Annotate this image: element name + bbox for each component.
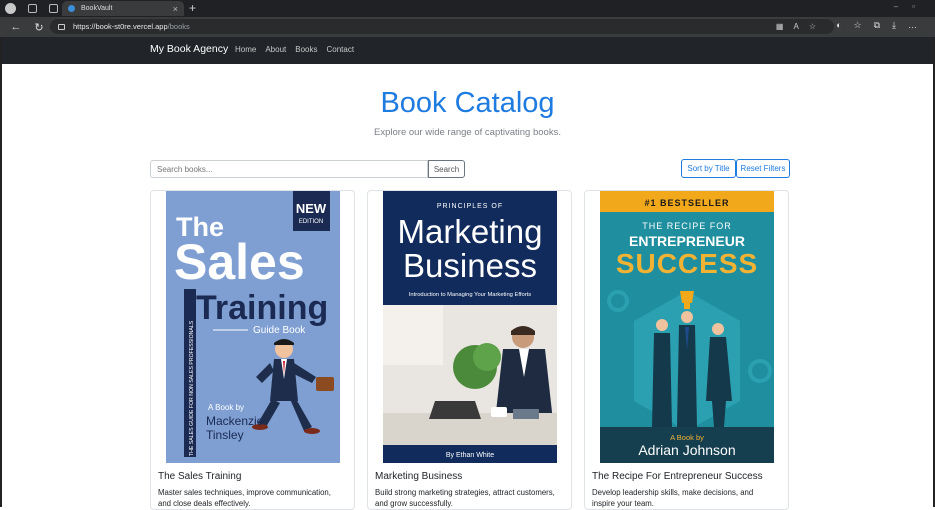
url-path: /books [167, 22, 190, 31]
book-description: Master sales techniques, improve communi… [158, 488, 331, 508]
back-icon[interactable]: ← [9, 21, 23, 33]
cover-author-last: Tinsley [206, 428, 244, 442]
page-title: Book Catalog [380, 87, 555, 119]
cover-ribbon: #1 BESTSELLER [644, 198, 729, 208]
workspaces-icon[interactable] [28, 4, 37, 13]
cover-title-line1: THE RECIPE FOR [642, 221, 732, 231]
book-card[interactable]: PRINCIPLES OF Marketing Business Introdu… [367, 190, 572, 510]
tab-close-icon[interactable]: × [173, 4, 178, 14]
cover-by-line: A Book by [208, 403, 244, 412]
browser-tab-bar: BookVault × + –▫ [0, 0, 935, 17]
browser-toolbar-icons[interactable]: ◐☆⧉⤓… [836, 20, 929, 31]
navbar-links: Home About Books Contact [235, 45, 354, 54]
cover-author: Adrian Johnson [638, 442, 735, 458]
cover-title-line2: Business [403, 247, 537, 284]
reset-filters-button[interactable]: Reset Filters [736, 159, 790, 178]
search-input[interactable] [150, 160, 428, 178]
book-title: The Recipe For Entrepreneur Success [592, 471, 763, 482]
book-card[interactable]: NEW EDITION The Sales Training Guide Boo… [150, 190, 355, 510]
cover-title-line2: ENTREPRENEUR [629, 233, 745, 249]
cover-tagline: Introduction to Managing Your Marketing … [409, 292, 531, 298]
sort-by-title-button[interactable]: Sort by Title [681, 159, 736, 178]
cover-author: By Ethan White [446, 452, 494, 459]
page-subtitle: Explore our wide range of captivating bo… [374, 127, 561, 138]
cover-by-line: A Book by [670, 433, 704, 442]
cover-top-line: PRINCIPLES OF [437, 203, 503, 210]
cover-title-line4: Guide Book [253, 325, 306, 336]
cover-spine-text: THE SALES GUIDE FOR NON SALES PROFESSION… [189, 320, 195, 456]
tab-title: BookVault [81, 5, 113, 12]
browser-tab[interactable]: BookVault × [62, 1, 184, 16]
book-cover-image[interactable]: PRINCIPLES OF Marketing Business Introdu… [383, 191, 557, 463]
search-button[interactable]: Search [428, 160, 465, 178]
tab-actions-icon[interactable] [49, 4, 58, 13]
book-cover-image[interactable]: #1 BESTSELLER THE RECIPE FOR ENTREPRENEU… [600, 191, 774, 463]
cover-title-line1: Marketing [398, 213, 543, 250]
book-card[interactable]: #1 BESTSELLER THE RECIPE FOR ENTREPRENEU… [584, 190, 789, 510]
cover-title-line2: Sales [174, 234, 305, 290]
nav-link-contact[interactable]: Contact [326, 45, 354, 54]
cover-title-line3: SUCCESS [616, 248, 758, 279]
site-navbar: My Book Agency Home About Books Contact [2, 37, 933, 64]
nav-link-home[interactable]: Home [235, 45, 256, 54]
book-title: The Sales Training [158, 471, 242, 482]
lock-icon[interactable] [58, 23, 65, 30]
cover-badge-edition: EDITION [299, 219, 323, 225]
nav-link-about[interactable]: About [265, 45, 286, 54]
cover-badge-new: NEW [296, 201, 327, 216]
url-field[interactable]: https://book-st0re.vercel.app/books ▦A☆ [50, 19, 834, 34]
book-description: Develop leadership skills, make decision… [592, 488, 754, 508]
office-photo [383, 305, 557, 445]
navbar-brand[interactable]: My Book Agency [150, 43, 228, 55]
book-cover-image[interactable]: NEW EDITION The Sales Training Guide Boo… [166, 191, 340, 463]
book-title: Marketing Business [375, 471, 463, 482]
new-tab-button[interactable]: + [189, 1, 196, 15]
cover-author-first: Mackenzie [206, 414, 264, 428]
address-actions-icon[interactable]: ▦A☆ [776, 19, 826, 34]
window-controls[interactable]: –▫ [894, 2, 929, 11]
book-description: Build strong marketing strategies, attra… [375, 488, 555, 508]
url-host: https://book-st0re.vercel.app [73, 22, 168, 31]
profile-icon[interactable] [5, 3, 16, 14]
cover-title-line3: Training [196, 289, 328, 327]
address-bar: ← ↻ https://book-st0re.vercel.app/books … [0, 17, 935, 37]
refresh-icon[interactable]: ↻ [32, 21, 46, 34]
nav-link-books[interactable]: Books [295, 45, 317, 54]
favicon-icon [68, 5, 75, 12]
